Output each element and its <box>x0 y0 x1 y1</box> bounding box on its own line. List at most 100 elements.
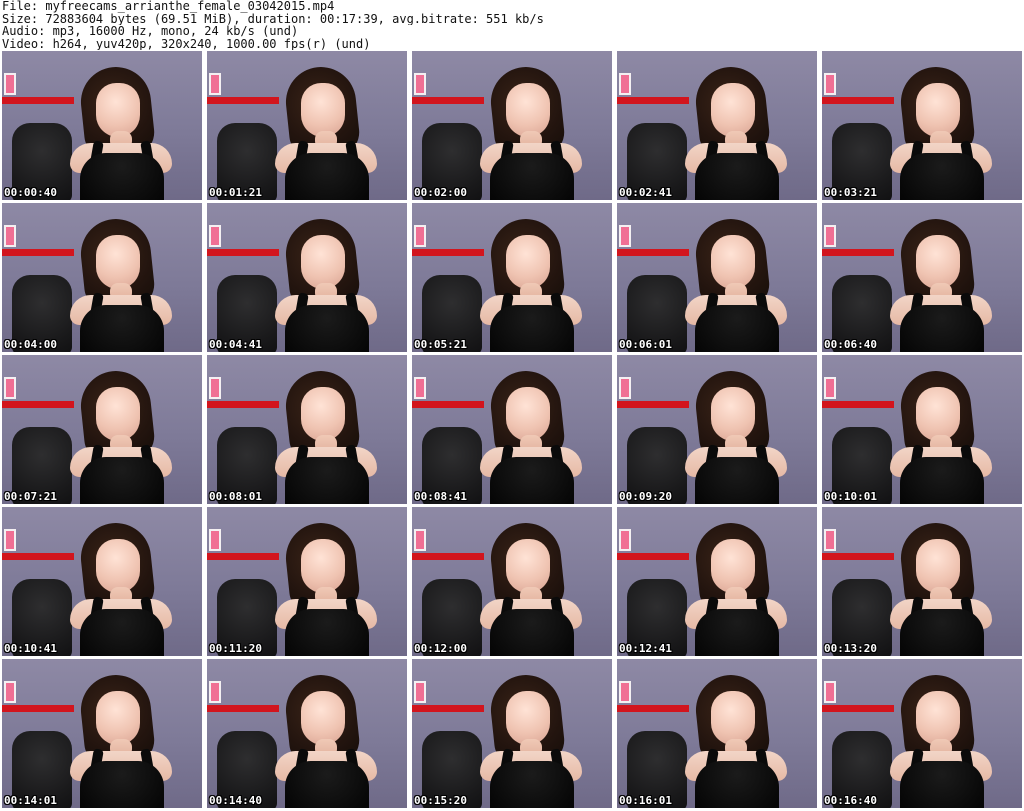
black-top <box>900 609 984 656</box>
thumbnail-16: 00:10:41 <box>2 507 202 656</box>
black-top <box>900 153 984 200</box>
person-silhouette <box>462 213 602 352</box>
picture-frame <box>209 529 221 551</box>
black-top <box>490 761 574 808</box>
black-top <box>285 761 369 808</box>
person-silhouette <box>667 365 807 504</box>
picture-frame <box>414 377 426 399</box>
picture-frame <box>209 377 221 399</box>
thumbnail-22: 00:14:40 <box>207 659 407 808</box>
thumbnail-17: 00:11:20 <box>207 507 407 656</box>
black-top <box>285 609 369 656</box>
face-shape <box>916 235 960 289</box>
person-silhouette <box>52 517 192 656</box>
person-silhouette <box>872 213 1012 352</box>
thumbnail-24: 00:16:01 <box>617 659 817 808</box>
face-shape <box>96 539 140 593</box>
thumbnail-18: 00:12:00 <box>412 507 612 656</box>
person-silhouette <box>872 669 1012 808</box>
person-silhouette <box>667 517 807 656</box>
face-shape <box>711 235 755 289</box>
face-shape <box>301 387 345 441</box>
thumbnail-12: 00:08:01 <box>207 355 407 504</box>
black-top <box>285 305 369 352</box>
thumbnail-14: 00:09:20 <box>617 355 817 504</box>
black-top <box>80 609 164 656</box>
face-shape <box>916 83 960 137</box>
black-top <box>80 305 164 352</box>
file-line: File: myfreecams_arrianthe_female_030420… <box>2 0 335 13</box>
video-line: Video: h264, yuv420p, 320x240, 1000.00 f… <box>2 37 371 50</box>
picture-frame <box>619 681 631 703</box>
picture-frame <box>209 73 221 95</box>
picture-frame <box>619 529 631 551</box>
person-silhouette <box>462 365 602 504</box>
picture-frame <box>414 681 426 703</box>
black-top <box>695 457 779 504</box>
person-silhouette <box>872 517 1012 656</box>
thumbnail-09: 00:06:01 <box>617 203 817 352</box>
thumbnail-10: 00:06:40 <box>822 203 1022 352</box>
thumbnail-02: 00:01:21 <box>207 51 407 200</box>
thumbnail-19: 00:12:41 <box>617 507 817 656</box>
person-silhouette <box>257 365 397 504</box>
black-top <box>490 457 574 504</box>
picture-frame <box>824 377 836 399</box>
black-top <box>490 153 574 200</box>
face-shape <box>711 539 755 593</box>
face-shape <box>506 539 550 593</box>
black-top <box>285 153 369 200</box>
thumbnail-05: 00:03:21 <box>822 51 1022 200</box>
face-shape <box>96 83 140 137</box>
black-top <box>490 609 574 656</box>
person-silhouette <box>667 61 807 200</box>
black-top <box>900 305 984 352</box>
person-silhouette <box>52 669 192 808</box>
black-top <box>695 761 779 808</box>
picture-frame <box>619 73 631 95</box>
picture-frame <box>209 681 221 703</box>
picture-frame <box>824 225 836 247</box>
black-top <box>490 305 574 352</box>
video-info-header: File: myfreecams_arrianthe_female_030420… <box>2 0 1020 50</box>
picture-frame <box>4 225 16 247</box>
face-shape <box>301 539 345 593</box>
black-top <box>900 457 984 504</box>
size-line: Size: 72883604 bytes (69.51 MiB), durati… <box>2 12 544 25</box>
picture-frame <box>619 225 631 247</box>
face-shape <box>916 387 960 441</box>
thumbnail-21: 00:14:01 <box>2 659 202 808</box>
face-shape <box>916 539 960 593</box>
picture-frame <box>824 73 836 95</box>
black-top <box>695 153 779 200</box>
picture-frame <box>209 225 221 247</box>
face-shape <box>711 387 755 441</box>
thumbnail-01: 00:00:40 <box>2 51 202 200</box>
person-silhouette <box>257 213 397 352</box>
face-shape <box>96 691 140 745</box>
audio-line: Audio: mp3, 16000 Hz, mono, 24 kb/s (und… <box>2 25 299 38</box>
picture-frame <box>824 681 836 703</box>
black-top <box>285 457 369 504</box>
picture-frame <box>4 529 16 551</box>
face-shape <box>96 235 140 289</box>
face-shape <box>301 235 345 289</box>
thumbnail-13: 00:08:41 <box>412 355 612 504</box>
black-top <box>80 457 164 504</box>
face-shape <box>506 691 550 745</box>
face-shape <box>506 83 550 137</box>
person-silhouette <box>462 61 602 200</box>
picture-frame <box>619 377 631 399</box>
face-shape <box>711 83 755 137</box>
face-shape <box>96 387 140 441</box>
thumbnail-11: 00:07:21 <box>2 355 202 504</box>
thumbnail-25: 00:16:40 <box>822 659 1022 808</box>
picture-frame <box>4 681 16 703</box>
picture-frame <box>824 529 836 551</box>
picture-frame <box>4 73 16 95</box>
person-silhouette <box>667 213 807 352</box>
thumbnail-20: 00:13:20 <box>822 507 1022 656</box>
person-silhouette <box>257 669 397 808</box>
thumbnail-03: 00:02:00 <box>412 51 612 200</box>
thumbnail-07: 00:04:41 <box>207 203 407 352</box>
